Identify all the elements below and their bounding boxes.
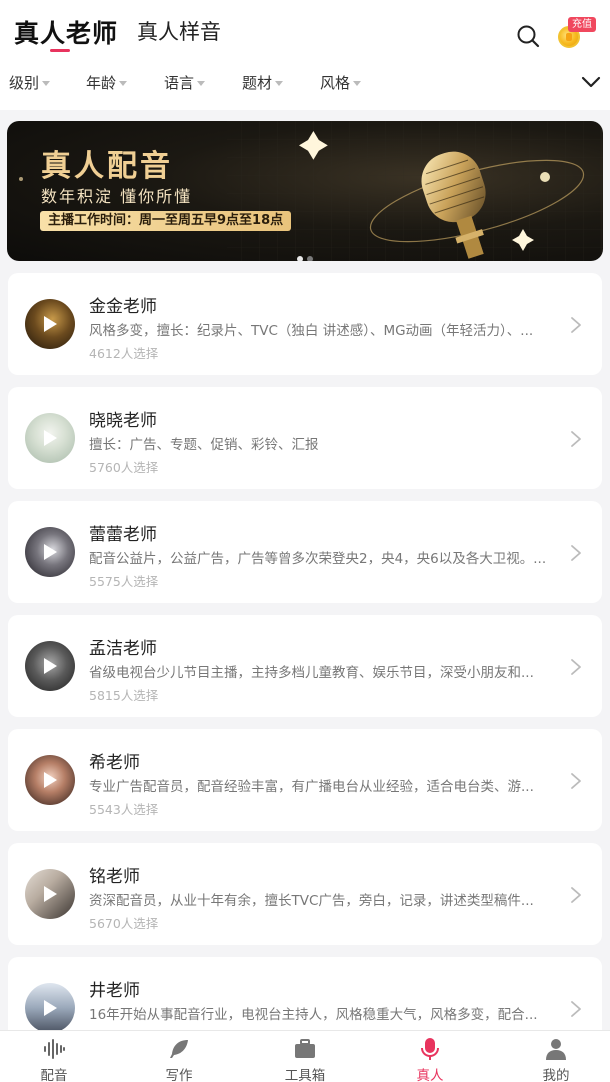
promo-banner[interactable]: 真人配音 数年积淀 懂你所懂 主播工作时间：周一至周五早9点至18点 <box>7 121 603 261</box>
nav-item-writing[interactable]: 写作 <box>118 1031 240 1082</box>
banner-schedule: 主播工作时间：周一至周五早9点至18点 <box>40 211 292 231</box>
teacher-description: 专业广告配音员，配音经验丰富，有广播电台从业经验，适合电台类、游... <box>89 779 534 795</box>
filter-age-label: 年龄 <box>86 74 117 92</box>
filter-style[interactable]: 风格 <box>320 72 362 93</box>
filter-topic[interactable]: 题材 <box>242 72 284 93</box>
banner-subtitle: 数年积淀 懂你所懂 <box>41 187 193 206</box>
pagination-dot[interactable] <box>307 256 313 261</box>
teacher-description: 擅长：广告、专题、促销、彩铃、汇报 <box>89 437 319 453</box>
caret-down-icon <box>353 81 362 86</box>
avatar[interactable] <box>25 299 75 349</box>
avatar[interactable] <box>25 641 75 691</box>
teacher-name: 孟洁老师 <box>89 639 157 659</box>
tab-real-samples[interactable]: 真人样音 <box>137 16 221 46</box>
teacher-description: 省级电视台少儿节目主播，主持多档儿童教育、娱乐节目，深受小朋友和... <box>89 665 534 681</box>
nav-label: 写作 <box>165 1068 193 1082</box>
chevron-right-icon <box>571 659 581 675</box>
bottom-nav: 配音 写作 工具箱 真人 我的 <box>0 1030 610 1082</box>
filter-level-label: 级别 <box>9 74 40 92</box>
avatar[interactable] <box>25 755 75 805</box>
play-icon[interactable] <box>44 772 57 788</box>
teacher-select-count: 5815人选择 <box>89 688 159 703</box>
chevron-right-icon <box>571 545 581 561</box>
caret-down-icon <box>275 81 284 86</box>
teacher-select-count: 5543人选择 <box>89 802 159 817</box>
teacher-card[interactable]: 晓晓老师 擅长：广告、专题、促销、彩铃、汇报 5760人选择 <box>8 387 602 489</box>
nav-item-real-person[interactable]: 真人 <box>369 1031 491 1082</box>
chevron-right-icon <box>571 887 581 903</box>
microphone-icon <box>421 1038 439 1060</box>
recharge-badge[interactable]: 充值 <box>568 17 596 32</box>
top-header: 真人老师 真人样音 充值 级别 年龄 语言 题材 风格 <box>0 0 610 110</box>
chevron-right-icon <box>571 431 581 447</box>
feather-icon <box>170 1040 188 1058</box>
play-icon[interactable] <box>44 430 57 446</box>
teacher-card[interactable]: 孟洁老师 省级电视台少儿节目主播，主持多档儿童教育、娱乐节目，深受小朋友和...… <box>8 615 602 717</box>
chevron-right-icon <box>571 1001 581 1017</box>
play-icon[interactable] <box>44 658 57 674</box>
teacher-name: 井老师 <box>89 981 140 1001</box>
teacher-name: 铭老师 <box>89 867 140 887</box>
microphone-illustration <box>421 151 486 259</box>
filter-language[interactable]: 语言 <box>164 72 206 93</box>
nav-label: 我的 <box>542 1068 570 1082</box>
filter-bar: 级别 年龄 语言 题材 风格 <box>0 64 610 100</box>
teacher-name: 蕾蕾老师 <box>89 525 157 545</box>
teacher-select-count: 5670人选择 <box>89 916 159 931</box>
nav-item-dubbing[interactable]: 配音 <box>0 1031 115 1082</box>
nav-label: 配音 <box>40 1068 68 1082</box>
play-icon[interactable] <box>44 316 57 332</box>
waveform-icon <box>44 1039 65 1059</box>
teacher-name: 金金老师 <box>89 297 157 317</box>
filter-age[interactable]: 年龄 <box>86 72 128 93</box>
person-icon <box>546 1039 566 1060</box>
avatar[interactable] <box>25 413 75 463</box>
chevron-down-icon[interactable] <box>580 74 602 90</box>
filter-topic-label: 题材 <box>242 74 273 92</box>
filter-language-label: 语言 <box>164 74 195 92</box>
teacher-card[interactable]: 蕾蕾老师 配音公益片，公益广告，广告等曾多次荣登央2，央4，央6以及各大卫视。.… <box>8 501 602 603</box>
teacher-card[interactable]: 铭老师 资深配音员，从业十年有余，擅长TVC广告，旁白，记录，讲述类型稿件...… <box>8 843 602 945</box>
teacher-select-count: 4612人选择 <box>89 346 159 361</box>
teacher-name: 晓晓老师 <box>89 411 157 431</box>
play-icon[interactable] <box>44 1000 57 1016</box>
filter-level[interactable]: 级别 <box>9 72 51 93</box>
tab-real-teacher[interactable]: 真人老师 <box>14 14 118 50</box>
avatar[interactable] <box>25 527 75 577</box>
nav-item-mine[interactable]: 我的 <box>495 1031 610 1082</box>
teacher-select-count: 5760人选择 <box>89 460 159 475</box>
play-icon[interactable] <box>44 544 57 560</box>
teacher-name: 希老师 <box>89 753 140 773</box>
caret-down-icon <box>197 81 206 86</box>
teacher-card[interactable]: 希老师 专业广告配音员，配音经验丰富，有广播电台从业经验，适合电台类、游... … <box>8 729 602 831</box>
nav-label: 真人 <box>416 1068 444 1082</box>
filter-style-label: 风格 <box>320 74 351 92</box>
banner-title: 真人配音 <box>41 149 173 184</box>
caret-down-icon <box>119 81 128 86</box>
avatar[interactable] <box>25 983 75 1033</box>
caret-down-icon <box>42 81 51 86</box>
active-tab-indicator <box>50 49 70 52</box>
toolbox-icon <box>295 1039 315 1058</box>
avatar[interactable] <box>25 869 75 919</box>
teacher-description: 配音公益片，公益广告，广告等曾多次荣登央2，央4，央6以及各大卫视。... <box>89 551 547 567</box>
search-icon[interactable] <box>516 24 540 48</box>
teacher-select-count: 5575人选择 <box>89 574 159 589</box>
teacher-description: 资深配音员，从业十年有余，擅长TVC广告，旁白，记录，讲述类型稿件... <box>89 893 534 909</box>
chevron-right-icon <box>571 773 581 789</box>
teacher-description: 风格多变，擅长：纪录片、TVC（独白 讲述感）、MG动画（年轻活力）、... <box>89 323 534 339</box>
banner-pagination <box>297 247 317 261</box>
teacher-description: 16年开始从事配音行业，电视台主持人，风格稳重大气，风格多变，配合... <box>89 1007 538 1023</box>
chevron-right-icon <box>571 317 581 333</box>
teacher-card[interactable]: 金金老师 风格多变，擅长：纪录片、TVC（独白 讲述感）、MG动画（年轻活力）、… <box>8 273 602 375</box>
nav-item-toolbox[interactable]: 工具箱 <box>244 1031 366 1082</box>
play-icon[interactable] <box>44 886 57 902</box>
nav-label: 工具箱 <box>284 1068 326 1082</box>
pagination-dot-active[interactable] <box>297 256 303 261</box>
